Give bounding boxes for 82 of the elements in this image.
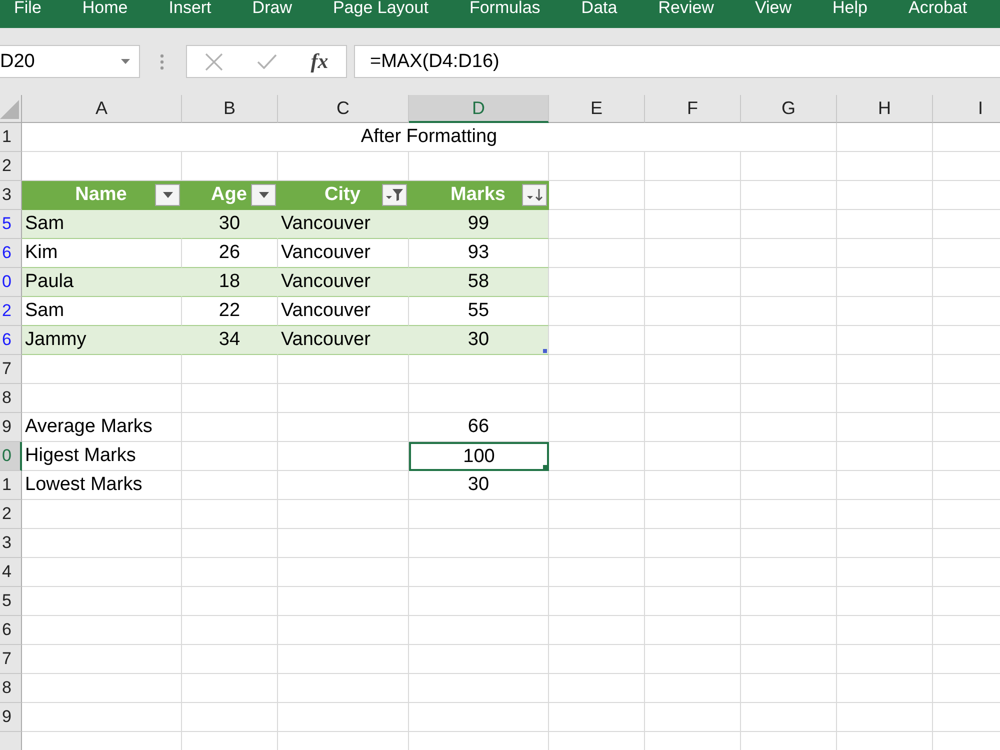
ribbon-tab[interactable]: Page Layout [332, 0, 428, 16]
summary-label: Average Marks [22, 413, 182, 442]
table-cell: 34 [182, 326, 278, 355]
row-header[interactable]: 2 [0, 152, 22, 181]
row-header[interactable]: 1 [0, 471, 22, 500]
table-cell: 30 [182, 210, 278, 239]
header-label: City [324, 183, 362, 207]
column-header[interactable]: B [182, 95, 278, 123]
table-cell: Vancouver [278, 210, 409, 239]
cross-icon [204, 52, 222, 70]
column-header[interactable]: H [837, 95, 933, 123]
ribbon-tab[interactable]: Help [832, 0, 868, 16]
ribbon-tab[interactable]: Insert [168, 0, 212, 16]
caret-icon [258, 192, 268, 198]
name-box[interactable]: D20 [0, 45, 140, 78]
row-header[interactable]: 2 [0, 500, 22, 529]
filter-button[interactable] [251, 184, 276, 206]
header-label: Age [210, 183, 248, 207]
table-cell: Paula [22, 268, 182, 297]
table-cell: 18 [182, 268, 278, 297]
row-header[interactable]: 9 [0, 703, 22, 732]
table-cell: Sam [22, 210, 182, 239]
row-header[interactable]: 5 [0, 210, 22, 239]
row-header[interactable]: 1 [0, 123, 22, 152]
column-header[interactable]: F [645, 95, 741, 123]
row-header[interactable]: 8 [0, 674, 22, 703]
ribbon-tab[interactable]: File [14, 0, 42, 16]
summary-label: Lowest Marks [22, 471, 182, 500]
filter-button[interactable] [382, 184, 407, 206]
sort-descending-icon [526, 189, 542, 201]
ribbon-tab[interactable]: Draw [252, 0, 292, 16]
checkmark-icon [256, 54, 276, 69]
select-all-button[interactable] [0, 95, 22, 123]
row-header[interactable]: 5 [0, 587, 22, 616]
row-header[interactable]: 0 [0, 268, 22, 297]
table-cell: Vancouver [278, 268, 409, 297]
table-cell: 99 [409, 210, 549, 239]
caret-icon [162, 192, 172, 198]
column-header[interactable]: A [22, 95, 182, 123]
ribbon-tab[interactable]: Data [581, 0, 618, 16]
caret-icon[interactable] [121, 59, 130, 64]
header-label: Name [74, 183, 128, 207]
row-header[interactable]: 3 [0, 529, 22, 558]
insert-function-button[interactable]: fx [293, 46, 346, 77]
row-header[interactable]: 4 [0, 558, 22, 587]
filter-icon [386, 189, 403, 201]
summary-label: Higest Marks [22, 442, 182, 471]
table-cell: 58 [409, 268, 549, 297]
table-cell: Jammy [22, 326, 182, 355]
select-all-icon [0, 100, 19, 119]
formula-input[interactable]: =MAX(D4:D16) [354, 45, 1000, 78]
row-header[interactable]: 8 [0, 384, 22, 413]
row-header[interactable]: 6 [0, 239, 22, 268]
column-header[interactable]: D [409, 95, 549, 123]
active-cell[interactable]: 100 [409, 442, 549, 471]
grip-icon[interactable] [160, 54, 164, 70]
column-header[interactable]: G [741, 95, 837, 123]
resize-handle-icon[interactable] [543, 349, 547, 353]
filter-button[interactable] [155, 184, 180, 206]
column-header[interactable]: E [549, 95, 645, 123]
ribbon-tab[interactable]: View [754, 0, 792, 16]
row-header[interactable]: 7 [0, 355, 22, 384]
cell-text: 30 [468, 329, 490, 350]
ribbon-tab[interactable]: Acrobat [908, 0, 968, 16]
row-header[interactable]: 6 [0, 326, 22, 355]
row-header[interactable]: 6 [0, 616, 22, 645]
summary-value: 30 [409, 471, 549, 500]
header-label: Marks [450, 183, 506, 207]
row-header[interactable]: 3 [0, 181, 22, 210]
table-cell: Vancouver [278, 326, 409, 355]
ribbon-tab[interactable]: Home [82, 0, 128, 16]
ribbon-tab[interactable]: Formulas [469, 0, 540, 16]
fill-handle-icon[interactable] [543, 465, 549, 471]
row-header[interactable]: 0 [0, 442, 22, 471]
row-header[interactable]: 7 [0, 645, 22, 674]
column-header[interactable]: C [278, 95, 409, 123]
summary-value: 100 [463, 446, 495, 467]
row-header[interactable]: 2 [0, 297, 22, 326]
ribbon-tab[interactable]: Review [658, 0, 714, 16]
row-header[interactable]: 9 [0, 413, 22, 442]
column-header[interactable]: I [933, 95, 1000, 123]
filter-button[interactable] [522, 184, 547, 206]
